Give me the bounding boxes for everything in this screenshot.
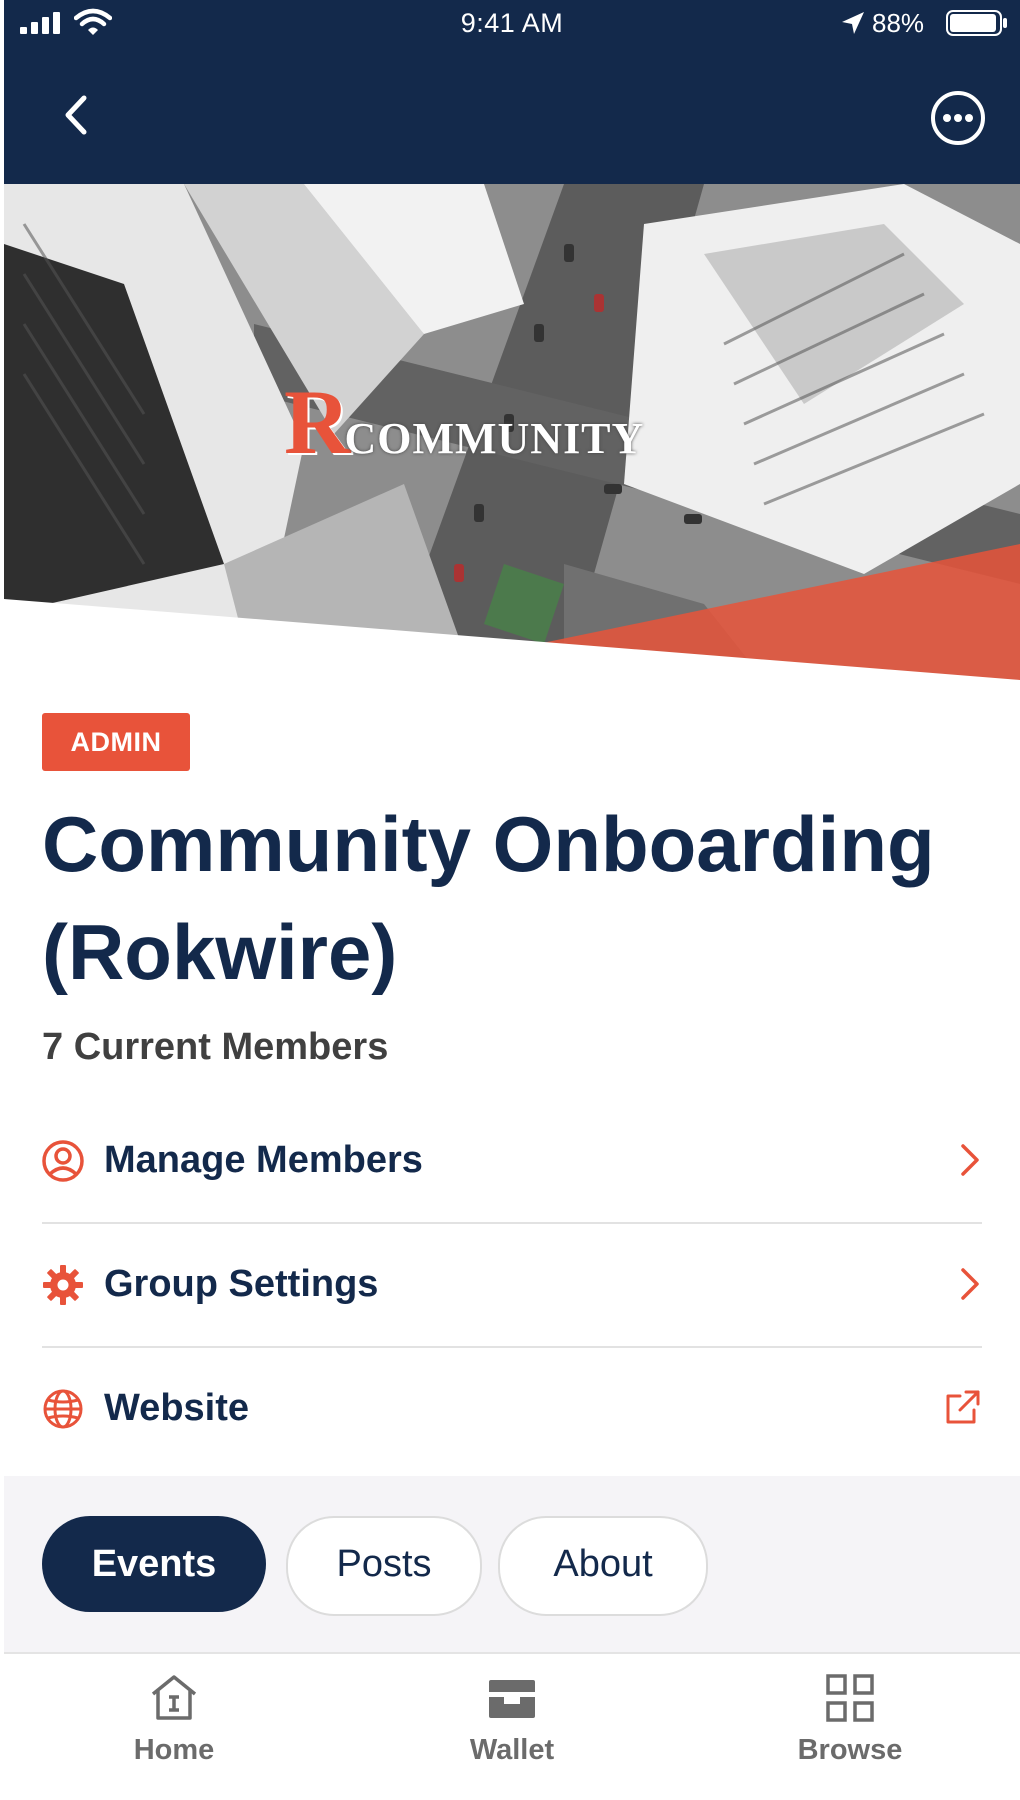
external-link-icon — [946, 1390, 980, 1424]
status-time: 9:41 AM — [460, 8, 564, 38]
logo-letter: R — [284, 371, 351, 473]
person-circle-icon — [42, 1140, 84, 1182]
community-logo: R COMMUNITY — [284, 371, 645, 473]
members-count: 7 Current Members — [42, 1026, 389, 1068]
more-options-icon[interactable] — [928, 88, 988, 148]
group-settings-label: Group Settings — [104, 1263, 379, 1305]
home-icon — [151, 1675, 197, 1720]
top-bar: 9:41 AM 88% — [4, 0, 1020, 184]
group-settings-row[interactable]: Group Settings — [42, 1224, 982, 1344]
tab-about[interactable]: About — [498, 1516, 708, 1616]
manage-members-row[interactable]: Manage Members — [42, 1100, 982, 1220]
wallet-icon — [489, 1680, 535, 1718]
nav-home-label: Home — [133, 1734, 215, 1766]
tab-posts[interactable]: Posts — [286, 1516, 482, 1616]
admin-badge: ADMIN — [42, 713, 190, 771]
grid-icon — [826, 1674, 874, 1722]
bottom-navigation: Home Wallet Browse — [4, 1652, 1020, 1800]
nav-browse[interactable]: Browse — [750, 1672, 950, 1782]
website-label: Website — [104, 1387, 250, 1429]
nav-home[interactable]: Home — [74, 1672, 274, 1782]
nav-wallet-label: Wallet — [469, 1734, 555, 1766]
tab-events[interactable]: Events — [42, 1516, 266, 1612]
nav-wallet[interactable]: Wallet — [412, 1672, 612, 1782]
logo-word: COMMUNITY — [344, 414, 645, 463]
content-tabs: Events Posts About — [4, 1476, 1020, 1652]
nav-browse-label: Browse — [797, 1734, 903, 1766]
battery-percent: 88% — [872, 8, 925, 38]
globe-icon — [43, 1389, 83, 1429]
website-row[interactable]: Website — [42, 1348, 982, 1468]
manage-members-label: Manage Members — [104, 1139, 423, 1181]
location-arrow-icon — [842, 12, 864, 34]
battery-icon — [946, 10, 1007, 36]
gear-icon — [43, 1265, 83, 1305]
chevron-right-icon — [961, 1144, 979, 1176]
chevron-left-icon[interactable] — [56, 90, 96, 140]
group-title: Community Onboarding (Rokwire) — [42, 800, 935, 996]
group-detail-screen: 9:41 AM 88% R COMMUNITY ADMIN Community … — [4, 0, 1020, 1800]
chevron-right-icon — [961, 1268, 979, 1300]
group-hero-image: R COMMUNITY — [4, 184, 1020, 680]
status-bar: 9:41 AM 88% — [4, 0, 1020, 48]
